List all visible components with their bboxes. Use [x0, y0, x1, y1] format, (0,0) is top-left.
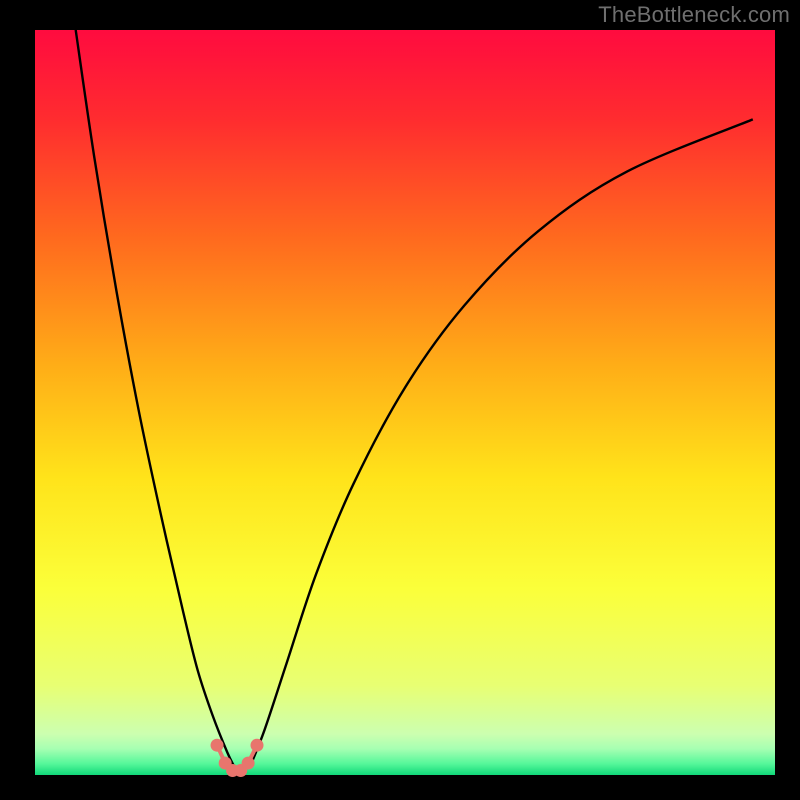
trough-dot — [211, 739, 224, 752]
chart-container: TheBottleneck.com — [0, 0, 800, 800]
plot-area — [35, 30, 775, 775]
trough-dot — [251, 739, 264, 752]
chart-svg — [0, 0, 800, 800]
trough-dot — [242, 757, 255, 770]
